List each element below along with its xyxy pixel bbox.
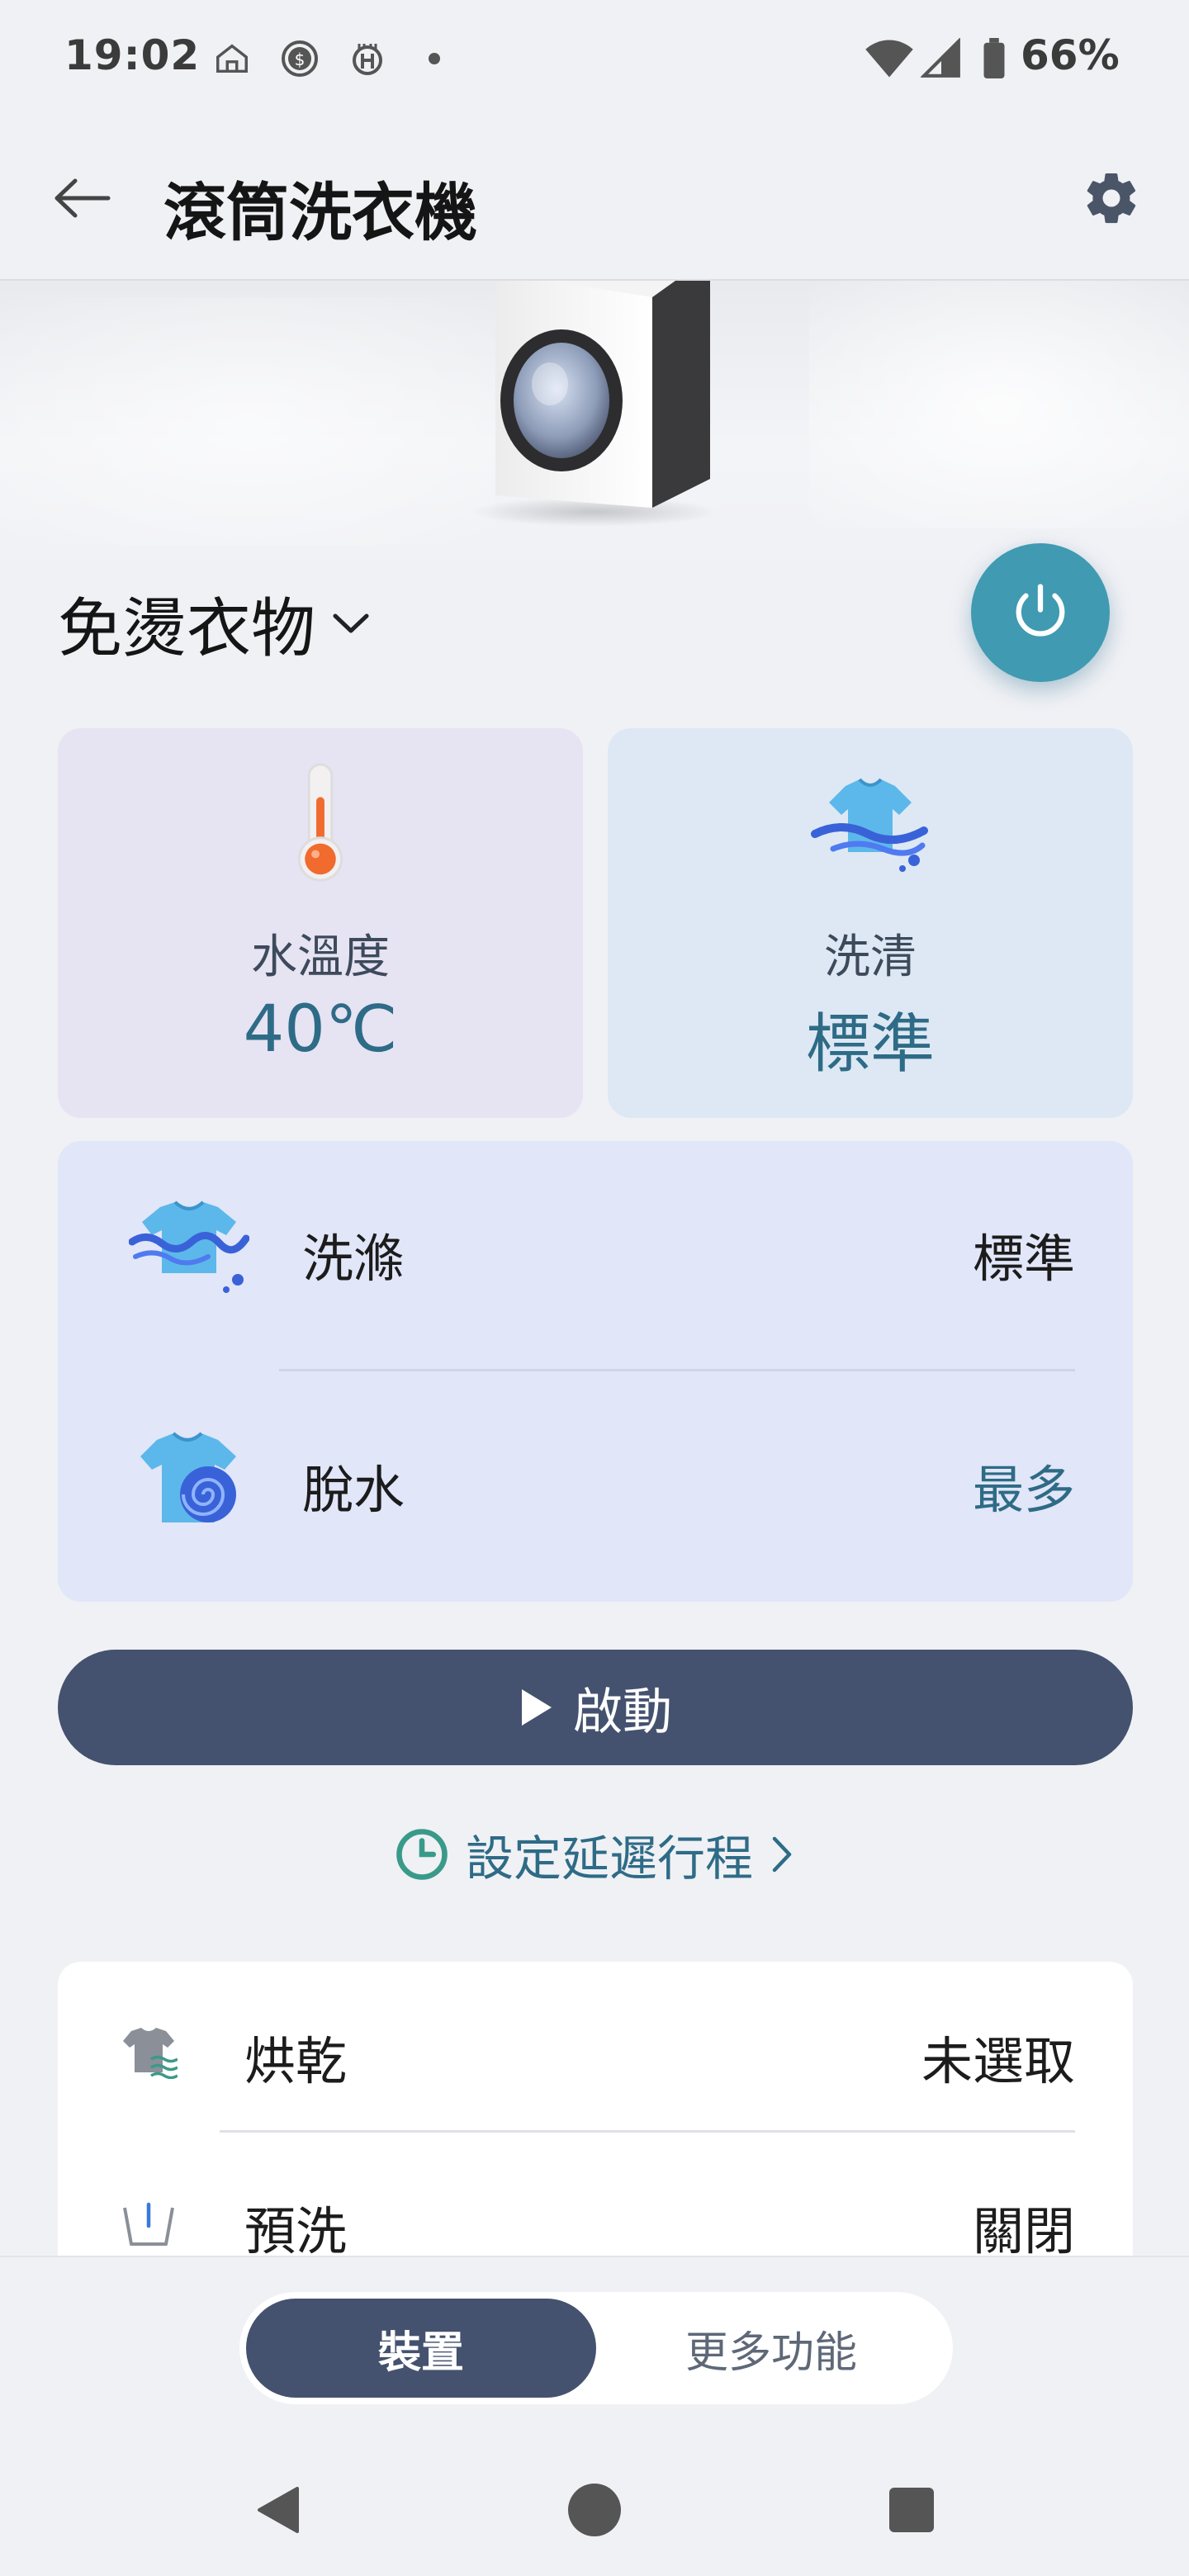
dry-value: 未選取 [921, 2031, 1075, 2091]
wifi-icon [862, 38, 917, 79]
back-button[interactable] [41, 157, 124, 239]
nav-recents-button[interactable] [870, 2469, 953, 2551]
app-notification-icon [347, 38, 388, 79]
spin-option-row[interactable]: 脫水 最多 [58, 1372, 1133, 1579]
battery-percent: 66% [1021, 31, 1120, 79]
svg-text:$: $ [295, 50, 306, 69]
power-button[interactable] [971, 543, 1110, 682]
prewash-label: 預洗 [244, 2201, 348, 2261]
water-temperature-value: 40℃ [243, 992, 398, 1067]
gear-icon [1087, 173, 1136, 224]
wash-value: 標準 [972, 1229, 1075, 1289]
arrow-left-icon [54, 178, 111, 218]
status-time: 19:02 [64, 31, 201, 79]
wash-options-card: 洗滌 標準 脫水 最多 [58, 1141, 1133, 1602]
water-temperature-label: 水溫度 [251, 930, 390, 984]
water-temperature-card[interactable]: 水溫度 40℃ [58, 728, 583, 1118]
settings-button[interactable] [1070, 157, 1153, 239]
shirt-spin-icon [129, 1430, 249, 1529]
cell-signal-icon [918, 38, 964, 79]
thermometer-icon [58, 761, 583, 885]
tab-more-features[interactable]: 更多功能 [596, 2299, 946, 2398]
start-button[interactable]: 啟動 [58, 1650, 1133, 1765]
dry-label: 烘乾 [244, 2031, 348, 2091]
dot-icon [418, 38, 451, 79]
home-circle-icon [568, 2484, 621, 2536]
home-outline-icon [211, 38, 253, 79]
program-selector[interactable]: 免燙衣物 [58, 578, 372, 669]
tab-switcher: 裝置 更多功能 [239, 2292, 953, 2404]
recents-square-icon [889, 2488, 934, 2532]
wash-option-row[interactable]: 洗滌 標準 [58, 1141, 1133, 1371]
rinse-label: 洗清 [824, 930, 917, 984]
program-name: 免燙衣物 [58, 592, 316, 666]
wash-label: 洗滌 [302, 1229, 405, 1289]
dry-option-row[interactable]: 烘乾 未選取 [58, 1962, 1133, 2133]
rinse-card[interactable]: 洗清 標準 [608, 728, 1133, 1118]
tab-devices[interactable]: 裝置 [246, 2299, 596, 2398]
page-title: 滾筒洗衣機 [163, 176, 477, 249]
battery-icon [978, 38, 1011, 79]
spin-value: 最多 [972, 1460, 1075, 1520]
nav-back-button[interactable] [236, 2469, 319, 2551]
option-divider [279, 1369, 1075, 1371]
chevron-down-icon [333, 613, 369, 633]
shirt-water-icon [129, 1199, 249, 1298]
shirt-dry-icon [116, 2020, 182, 2086]
start-label: 啟動 [573, 1683, 672, 1741]
rinse-value: 標準 [805, 1007, 935, 1082]
hero-backdrop-left [0, 297, 495, 545]
spin-label: 脫水 [302, 1460, 405, 1520]
basin-icon [116, 2190, 182, 2256]
washing-machine-image [471, 281, 718, 527]
power-icon [1016, 584, 1065, 637]
hero-backdrop-right [809, 281, 1189, 528]
delay-schedule-link[interactable]: 設定延遲行程 [0, 1813, 1189, 1896]
chevron-right-icon [772, 1836, 792, 1873]
extras-card: 烘乾 未選取 預洗 關閉 [58, 1962, 1133, 2292]
back-triangle-icon [258, 2487, 299, 2533]
nav-home-button[interactable] [553, 2469, 636, 2551]
play-icon [522, 1689, 552, 1726]
appliance-hero [0, 281, 1189, 578]
prewash-value: 關閉 [972, 2201, 1075, 2261]
clock-icon [396, 1829, 448, 1880]
delay-label: 設定延遲行程 [465, 1830, 753, 1887]
dollar-coin-icon: $ [279, 38, 320, 79]
shirt-wave-icon [608, 761, 1133, 885]
